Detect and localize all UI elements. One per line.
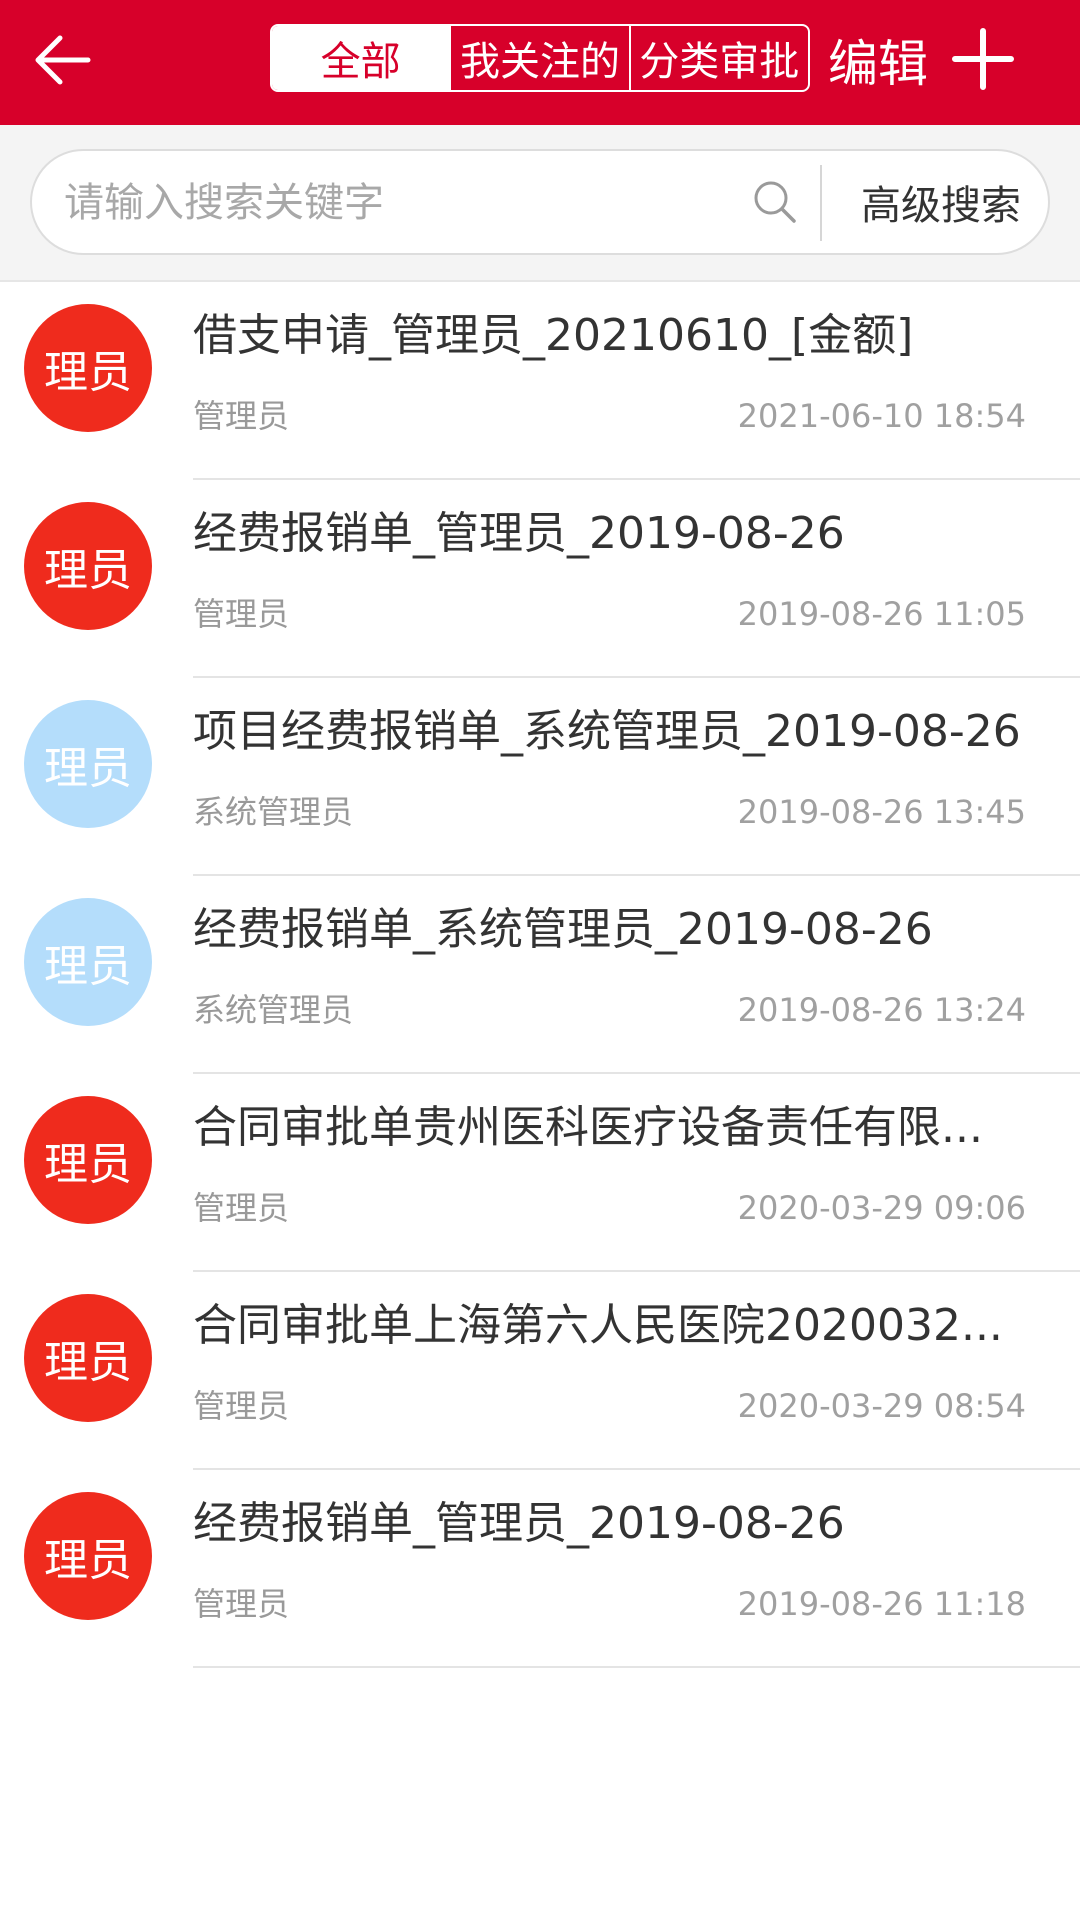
item-title: 合同审批单上海第六人民医院2020032... (193, 1300, 1003, 1351)
plus-icon (951, 27, 1015, 95)
item-author: 系统管理员 (193, 991, 354, 1029)
top-bar: 全部 我关注的 分类审批 编辑 (0, 0, 1080, 125)
item-author: 管理员 (193, 1387, 290, 1425)
avatar: 理员 (24, 700, 152, 828)
list-item[interactable]: 理员 合同审批单贵州医科医疗设备责任有限... 管理员 2020-03-29 09:0… (0, 1074, 1080, 1272)
avatar: 理员 (24, 304, 152, 432)
list-divider (193, 1666, 1080, 1668)
avatar: 理员 (24, 1096, 152, 1224)
advanced-search-button[interactable]: 高级搜索 (832, 151, 1050, 253)
item-timestamp: 2021-06-10 18:54 (737, 397, 1026, 435)
search-box: 高级搜索 (30, 149, 1050, 255)
back-button[interactable] (22, 22, 102, 102)
item-timestamp: 2019-08-26 11:05 (737, 595, 1026, 633)
search-bar-area: 高级搜索 (0, 125, 1080, 282)
search-divider (820, 165, 822, 241)
item-timestamp: 2019-08-26 13:24 (737, 991, 1026, 1029)
list-item[interactable]: 理员 经费报销单_系统管理员_2019-08-26 系统管理员 2019-08-26 … (0, 876, 1080, 1074)
filter-tabs: 全部 我关注的 分类审批 (270, 24, 810, 92)
search-icon[interactable] (750, 177, 800, 227)
list-item[interactable]: 理员 借支申请_管理员_20210610_[金额] 管理员 2021-06-10 18… (0, 282, 1080, 480)
item-title: 经费报销单_系统管理员_2019-08-26 (193, 904, 933, 955)
avatar: 理员 (24, 502, 152, 630)
tab-following[interactable]: 我关注的 (449, 26, 628, 90)
item-timestamp: 2019-08-26 11:18 (737, 1585, 1026, 1623)
tab-all[interactable]: 全部 (272, 26, 450, 90)
item-timestamp: 2019-08-26 13:45 (737, 793, 1026, 831)
list-item[interactable]: 理员 经费报销单_管理员_2019-08-26 管理员 2019-08-26 11:1… (0, 1470, 1080, 1668)
item-title: 借支申请_管理员_20210610_[金额] (193, 310, 914, 361)
avatar: 理员 (24, 898, 152, 1026)
item-author: 管理员 (193, 1585, 290, 1623)
list-item[interactable]: 理员 经费报销单_管理员_2019-08-26 管理员 2019-08-26 11:0… (0, 480, 1080, 678)
avatar: 理员 (24, 1492, 152, 1620)
edit-button[interactable]: 编辑 (828, 24, 928, 96)
approval-list: 理员 借支申请_管理员_20210610_[金额] 管理员 2021-06-10 18… (0, 282, 1080, 1668)
avatar: 理员 (24, 1294, 152, 1422)
item-timestamp: 2020-03-29 08:54 (737, 1387, 1026, 1425)
item-author: 管理员 (193, 595, 290, 633)
item-title: 经费报销单_管理员_2019-08-26 (193, 508, 845, 559)
item-title: 经费报销单_管理员_2019-08-26 (193, 1498, 845, 1549)
item-timestamp: 2020-03-29 09:06 (737, 1189, 1026, 1227)
back-arrow-icon (30, 28, 94, 96)
item-author: 管理员 (193, 1189, 290, 1227)
tab-category-approval[interactable]: 分类审批 (628, 26, 808, 90)
list-item[interactable]: 理员 合同审批单上海第六人民医院2020032... 管理员 2020-03-29 0… (0, 1272, 1080, 1470)
item-title: 项目经费报销单_系统管理员_2019-08-26 (193, 706, 1021, 757)
add-button[interactable] (948, 26, 1018, 96)
item-author: 管理员 (193, 397, 290, 435)
item-author: 系统管理员 (193, 793, 354, 831)
list-item[interactable]: 理员 项目经费报销单_系统管理员_2019-08-26 系统管理员 2019-08-2… (0, 678, 1080, 876)
item-title: 合同审批单贵州医科医疗设备责任有限... (193, 1102, 983, 1153)
search-input[interactable] (62, 161, 746, 245)
